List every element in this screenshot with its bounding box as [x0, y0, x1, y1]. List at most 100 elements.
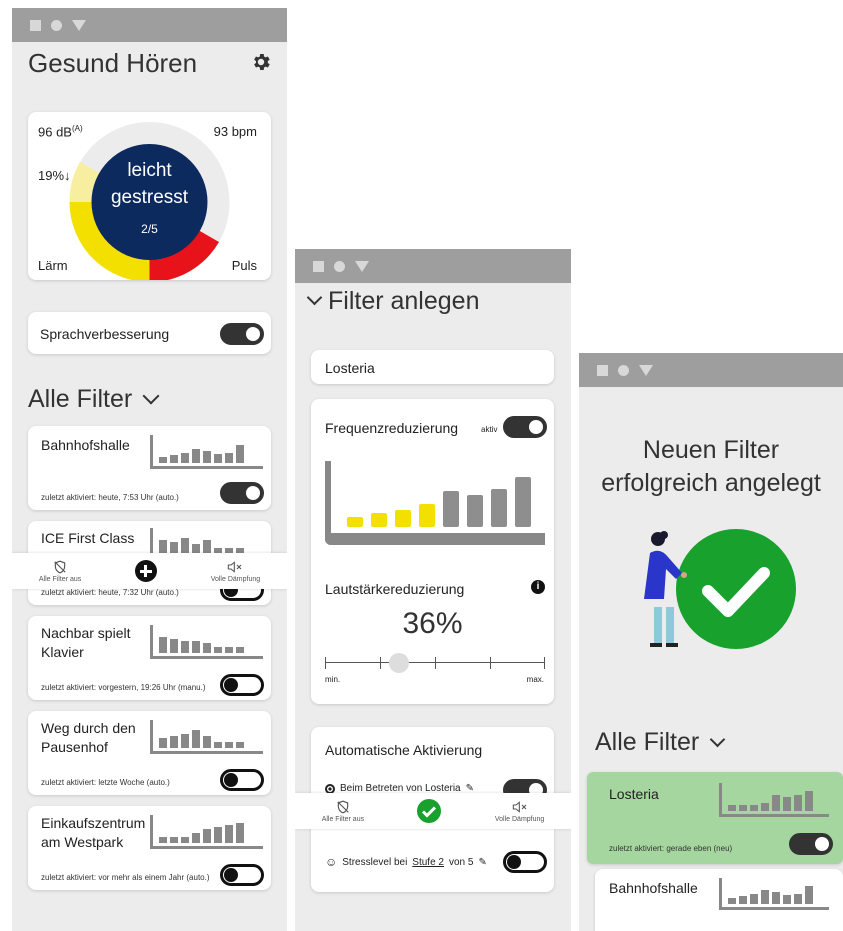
rule-stress-suffix: von 5 [449, 856, 474, 868]
stress-state-line2: gestresst [110, 187, 189, 208]
filter-name-line2: am Westpark [41, 834, 124, 850]
full-damping-label: Volle Dämpfung [210, 575, 261, 583]
eq-band[interactable] [395, 510, 411, 527]
confirm-button[interactable] [417, 799, 442, 823]
filter-eq-icon [150, 435, 263, 469]
filter-last-active: zuletzt aktiviert: vor mehr als einem Ja… [41, 873, 210, 882]
screen-dashboard: Gesund Hören 96 dB(A) 93 bpm 19%↓ leicht… [12, 8, 287, 931]
filter-name-line1: Einkaufszentrum [41, 815, 146, 831]
full-damping-button[interactable]: Volle Dämpfung [495, 800, 544, 823]
success-message-line2: erfolgreich angelegt [601, 469, 821, 497]
all-filters-off-button[interactable]: Alle Filter aus [39, 560, 81, 583]
filter-toggle[interactable] [220, 864, 264, 886]
filter-name: ICE First Class [41, 530, 135, 546]
filter-card-losteria[interactable]: Losteria zuletzt aktiviert: gerade eben … [587, 772, 843, 864]
rule-stress-prefix: Stresslevel bei [342, 856, 408, 868]
volume-reduction-value: 36% [402, 607, 463, 640]
full-damping-label: Volle Dämpfung [494, 815, 545, 823]
volume-slider-thumb[interactable] [389, 653, 409, 673]
filter-eq-icon [150, 625, 263, 659]
filter-name: Bahnhofshalle [609, 880, 698, 896]
success-message-line1: Neuen Filter [642, 436, 780, 464]
filter-name-line1: Nachbar spielt [41, 625, 131, 641]
filter-toggle[interactable] [220, 769, 264, 791]
filter-name-value: Losteria [325, 360, 375, 376]
status-bar [12, 8, 287, 42]
speech-enhancement-label: Sprachverbesserung [40, 326, 170, 342]
smiley-icon: ☺ [325, 855, 338, 869]
filter-name: Losteria [609, 786, 659, 802]
eq-band[interactable] [419, 504, 435, 527]
all-filters-off-label: Alle Filter aus [321, 815, 365, 823]
filter-name-input[interactable]: Losteria [311, 350, 554, 384]
info-icon[interactable]: i [531, 580, 545, 594]
eq-band[interactable] [491, 489, 507, 527]
volume-slider[interactable] [325, 653, 545, 674]
shield-off-icon [54, 560, 66, 573]
filter-eq-icon [719, 878, 829, 910]
speaker-mute-icon [228, 560, 242, 573]
location-icon [325, 783, 335, 794]
filter-toggle[interactable] [220, 674, 264, 696]
filter-settings-card: Frequenzreduzierung aktiv Lautstärkeredu… [311, 399, 554, 704]
eq-band[interactable] [467, 495, 483, 527]
full-damping-button[interactable]: Volle Dämpfung [211, 560, 260, 583]
filter-last-active: zuletzt aktiviert: vorgestern, 19:26 Uhr… [41, 683, 206, 692]
rule-stress-toggle[interactable] [503, 851, 547, 873]
filter-last-active: zuletzt aktiviert: letzte Woche (auto.) [41, 778, 170, 787]
filter-eq-icon [150, 528, 263, 554]
filter-last-active: zuletzt aktiviert: heute, 7:53 Uhr (auto… [41, 493, 179, 502]
frequency-reduction-toggle[interactable] [503, 416, 547, 438]
all-filters-header[interactable]: Alle Filter [595, 728, 726, 757]
filter-eq-icon [150, 815, 263, 849]
filter-card-bahnhofshalle[interactable]: Bahnhofshalle zuletzt aktiviert: heute, … [28, 426, 271, 510]
filter-name-line2: Pausenhof [41, 739, 108, 755]
all-filters-header[interactable]: Alle Filter [28, 385, 160, 414]
gear-icon[interactable] [250, 51, 272, 73]
success-illustration [644, 529, 796, 649]
all-filters-off-button[interactable]: Alle Filter aus [322, 800, 364, 823]
stress-level: 2/5 [141, 222, 158, 236]
all-filters-title: Alle Filter [595, 728, 700, 756]
eq-band[interactable] [347, 517, 363, 527]
eq-band[interactable] [371, 513, 387, 527]
filter-card-einkaufszentrum[interactable]: Einkaufszentrum am Westpark zuletzt akti… [28, 806, 271, 890]
eq-band[interactable] [515, 477, 531, 527]
app-title: Gesund Hören [28, 48, 198, 78]
filter-last-active: zuletzt aktiviert: gerade eben (neu) [609, 844, 733, 853]
screen-filter-created: Neuen Filter erfolgreich angelegt Alle F… [579, 353, 843, 931]
filter-name-line1: Weg durch den [41, 720, 136, 736]
create-filter-header[interactable]: Filter anlegen [306, 287, 479, 316]
eq-band[interactable] [443, 491, 459, 527]
chevron-down-icon [142, 387, 160, 405]
slider-min-label: min. [325, 675, 341, 684]
check-icon [422, 806, 437, 818]
filter-eq-icon [150, 720, 263, 754]
slider-max-label: max. [526, 675, 544, 684]
rule-stress[interactable]: ☺ Stresslevel bei Stufe 2 von 5 ✎ [325, 855, 487, 869]
filter-last-active: zuletzt aktiviert: heute, 7:32 Uhr (auto… [41, 588, 179, 597]
filter-card-bahnhofshalle[interactable]: Bahnhofshalle [595, 869, 843, 931]
all-filters-off-label: Alle Filter aus [38, 575, 82, 583]
frequency-equalizer[interactable] [325, 461, 545, 545]
filter-card-pausenhof[interactable]: Weg durch den Pausenhof zuletzt aktivier… [28, 711, 271, 795]
speaker-mute-icon [512, 800, 526, 813]
speech-enhancement-toggle[interactable] [220, 323, 264, 345]
frequency-active-label: aktiv [481, 425, 498, 434]
volume-reduction-label: Lautstärkereduzierung [325, 581, 465, 597]
pulse-bpm-value: 93 bpm [213, 124, 257, 139]
status-bar [579, 353, 843, 387]
frequency-reduction-label: Frequenzreduzierung [325, 420, 459, 436]
chevron-down-icon [709, 731, 726, 748]
filter-toggle[interactable] [220, 482, 264, 504]
noise-db-value: 96 dB(A) [38, 124, 83, 140]
shield-off-icon [337, 800, 349, 813]
noise-label: Lärm [38, 258, 68, 273]
filter-card-nachbar-klavier[interactable]: Nachbar spielt Klavier zuletzt aktiviert… [28, 616, 271, 700]
stress-level-link[interactable]: Stufe 2 [412, 857, 444, 868]
edit-icon: ✎ [478, 856, 487, 868]
filter-toggle[interactable] [789, 833, 833, 855]
stress-gauge-card: 96 dB(A) 93 bpm 19%↓ leicht gestresst 2/… [28, 112, 271, 280]
filter-name-line2: Klavier [41, 644, 84, 660]
add-filter-button[interactable] [134, 560, 157, 582]
